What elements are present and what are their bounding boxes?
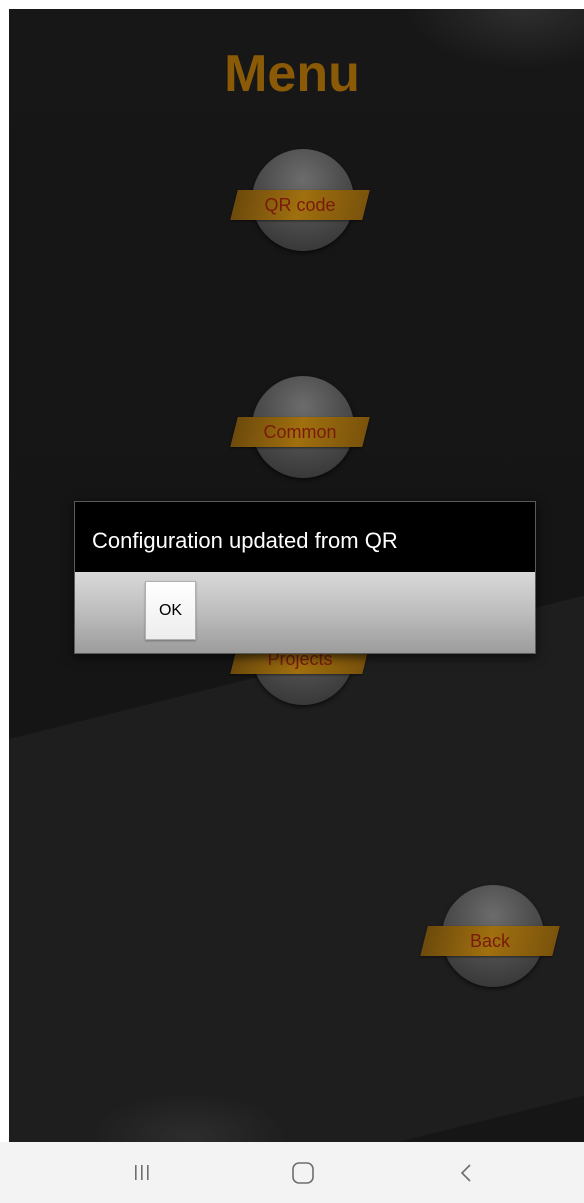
dialog-message: Configuration updated from QR [92, 528, 398, 553]
back-button-label: Back [469, 931, 511, 951]
alert-dialog: Configuration updated from QR OK [74, 501, 536, 654]
home-button[interactable] [273, 1156, 333, 1190]
ok-button[interactable]: OK [145, 581, 196, 640]
system-navigation-bar [0, 1142, 584, 1203]
common-button-label: Common [263, 422, 337, 442]
dialog-button-bar: OK [75, 572, 535, 653]
recent-apps-button[interactable] [112, 1156, 172, 1190]
phone-screen: Menu QR code Common Projects Back Config… [0, 0, 584, 1203]
qr-code-button[interactable]: QR code [230, 149, 372, 253]
page-title: Menu [224, 45, 360, 103]
back-button[interactable]: Back [420, 885, 562, 989]
dialog-header: Configuration updated from QR [75, 502, 535, 572]
system-back-button[interactable] [436, 1156, 496, 1190]
home-icon [292, 1162, 314, 1184]
qr-code-button-label: QR code [264, 195, 336, 215]
common-button[interactable]: Common [230, 376, 372, 480]
back-chevron-icon [460, 1164, 471, 1182]
recent-apps-icon [135, 1165, 149, 1180]
